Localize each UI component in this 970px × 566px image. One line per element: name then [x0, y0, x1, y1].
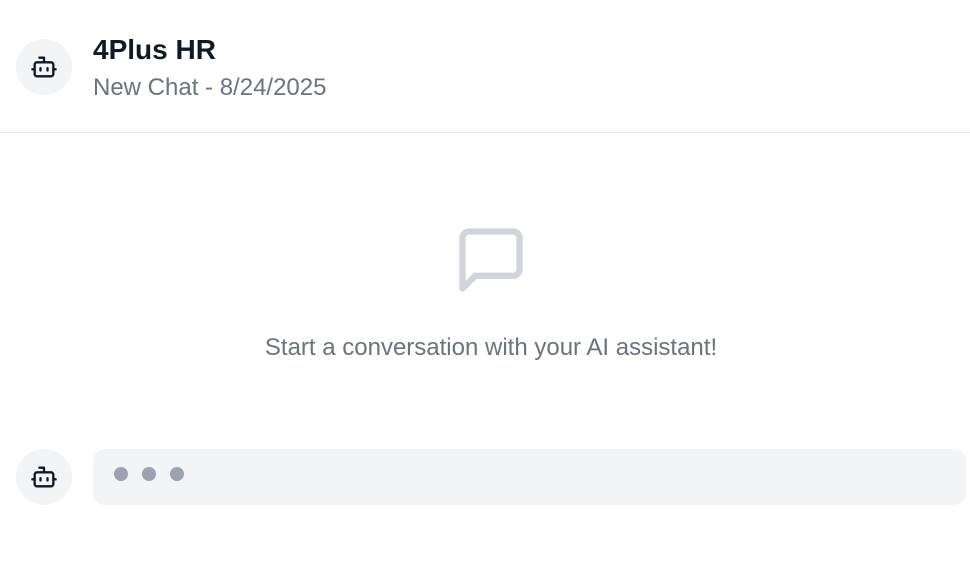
chat-title: 4Plus HR: [93, 34, 216, 65]
assistant-avatar: [16, 39, 72, 95]
typing-dot: [114, 467, 128, 481]
typing-dot: [142, 467, 156, 481]
chat-subtitle: New Chat - 8/24/2025: [93, 74, 327, 101]
chat-page: 4Plus HR New Chat - 8/24/2025 Start a co…: [0, 0, 970, 566]
empty-state: [0, 222, 970, 303]
empty-state-message: Start a conversation with your AI assist…: [264, 334, 718, 361]
robot-icon: [31, 56, 57, 78]
assistant-avatar: [16, 449, 72, 505]
chat-bubble-icon: [459, 228, 523, 292]
chat-header: 4Plus HR New Chat - 8/24/2025: [0, 0, 970, 133]
typing-dot: [170, 467, 184, 481]
robot-icon: [31, 466, 57, 488]
typing-bubble: [93, 449, 966, 505]
